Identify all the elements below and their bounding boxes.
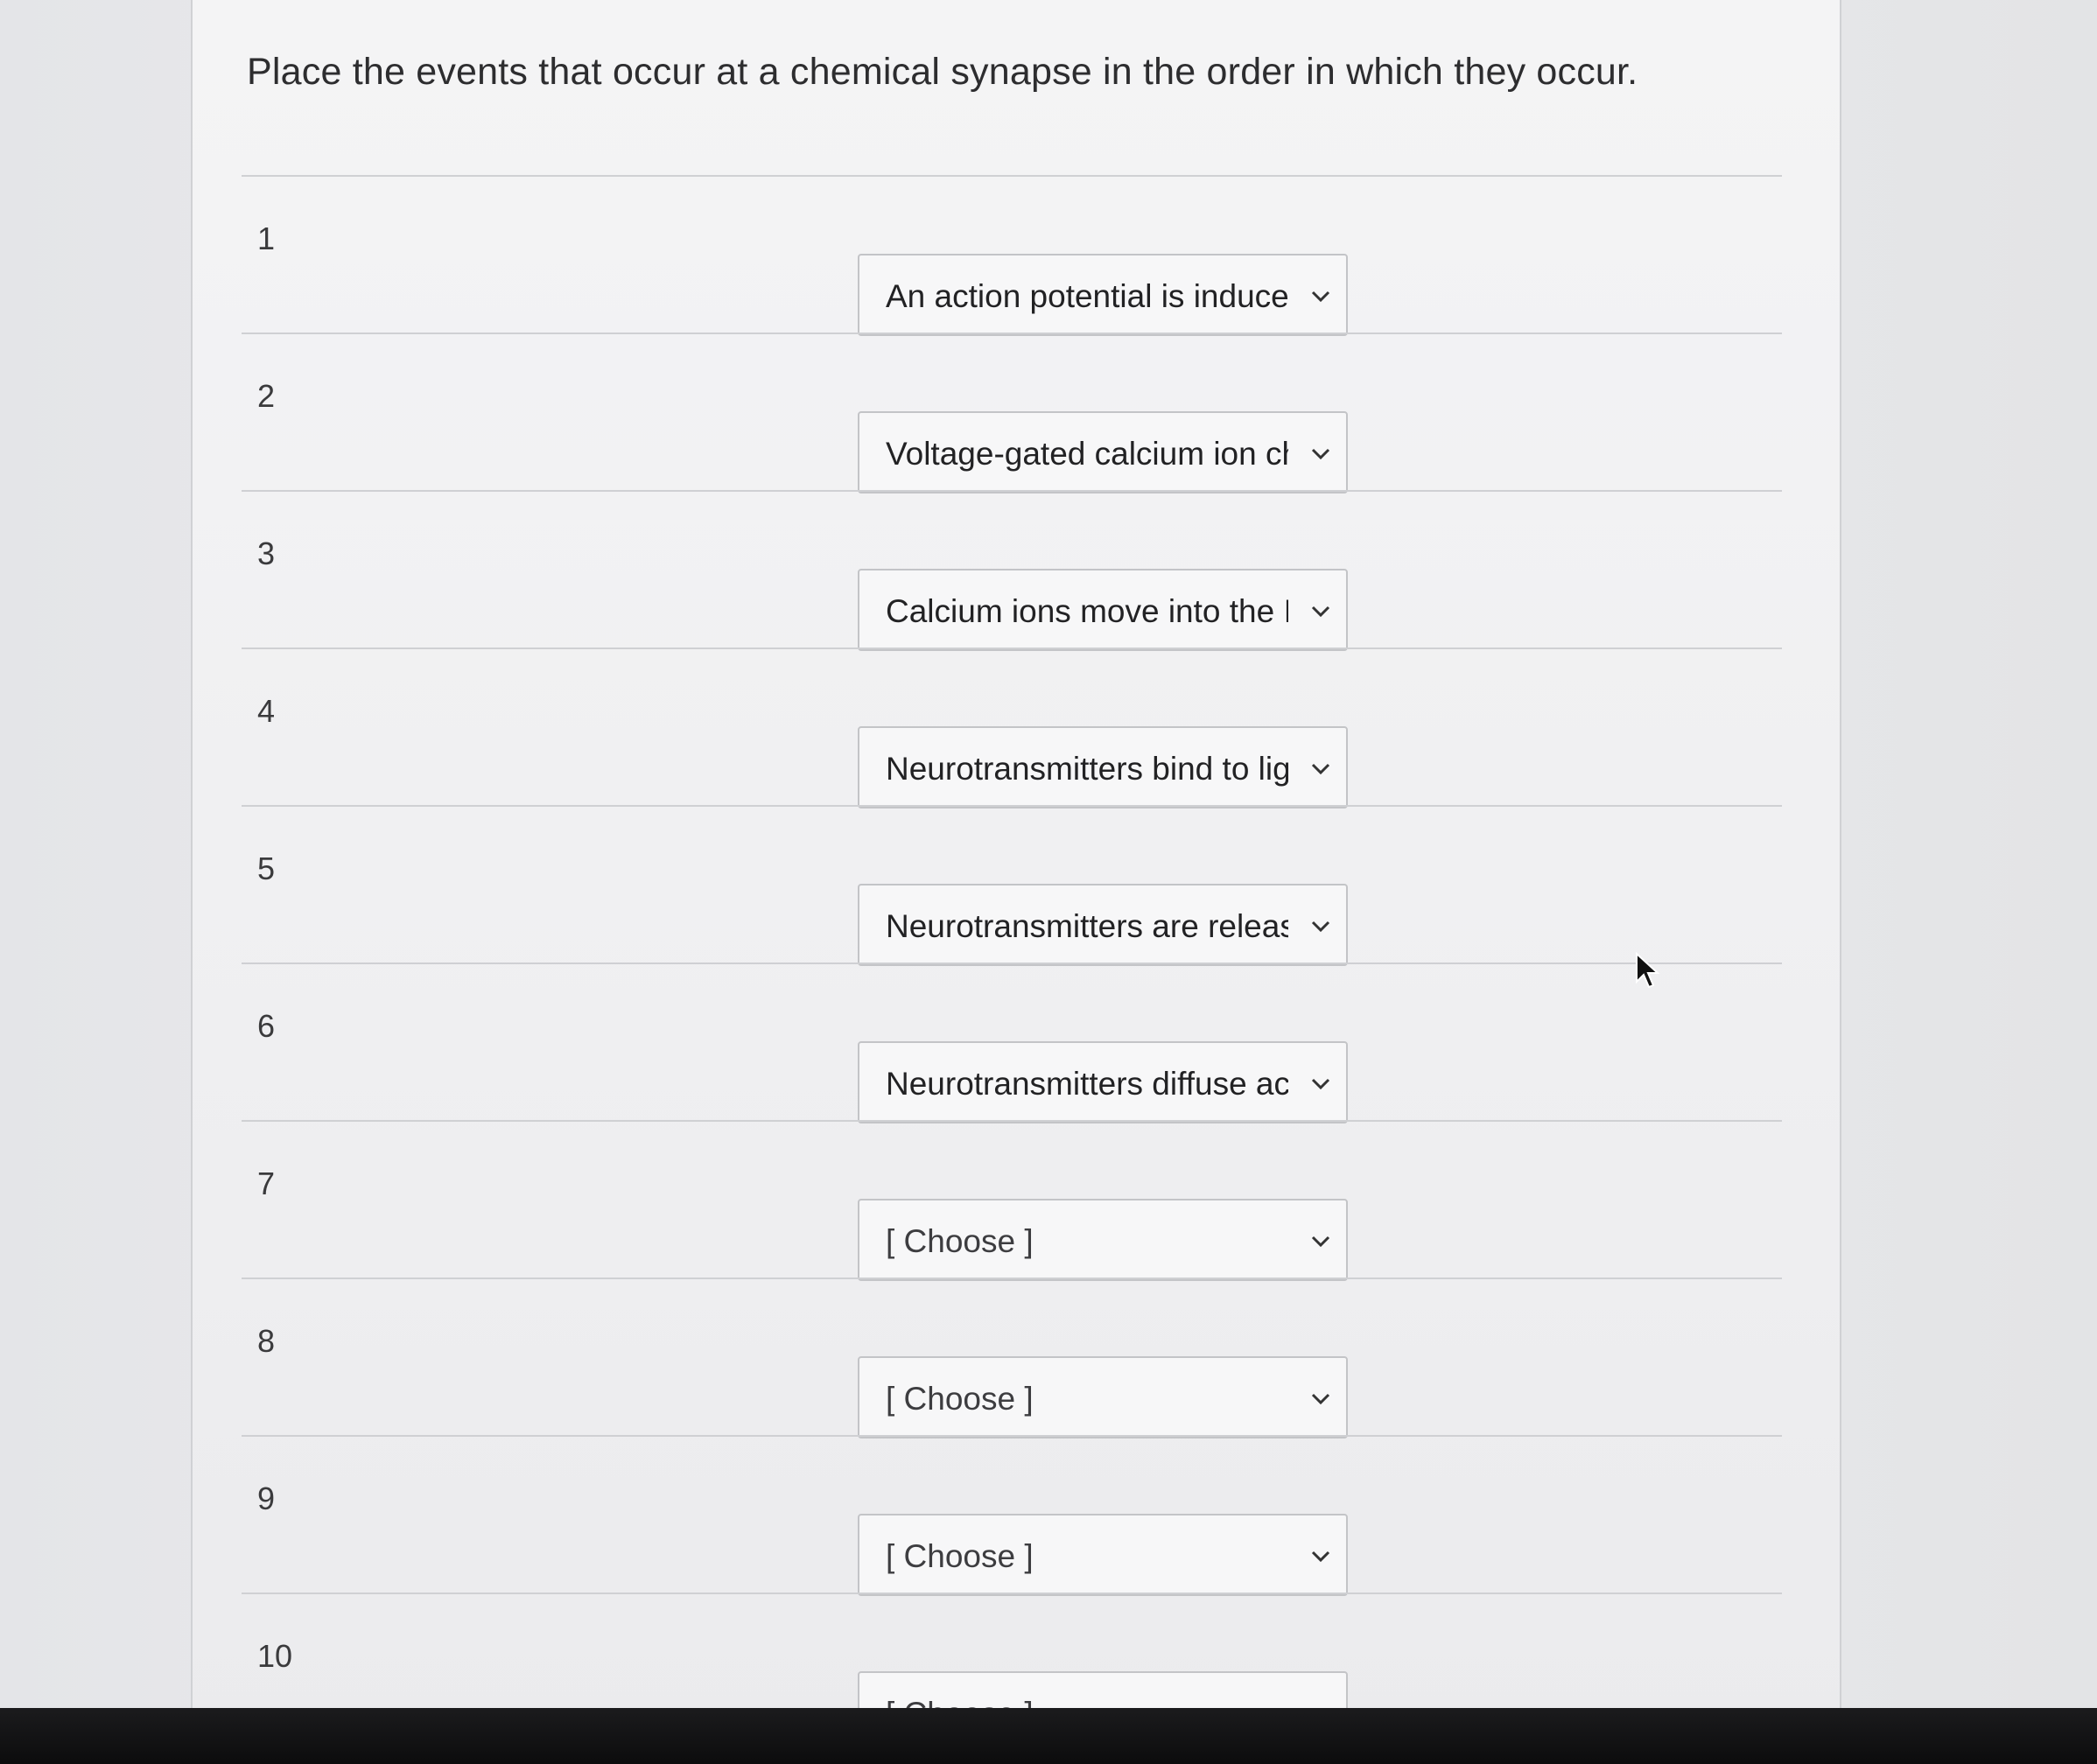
answer-dropdown-8[interactable]: [ Choose ] [858,1356,1348,1438]
chevron-down-icon [1311,1393,1330,1405]
dropdown-selected-value: Neurotransmitters diffuse acr [886,1066,1288,1102]
answer-row-9: 9 [ Choose ] [0,1435,2097,1596]
dropdown-selected-value: An action potential is induced [886,278,1288,314]
monitor-bezel [0,1708,2097,1764]
answer-row-8: 8 [ Choose ] [0,1278,2097,1438]
row-number: 1 [257,220,276,256]
row-number: 3 [257,536,276,571]
answer-dropdown-2[interactable]: Voltage-gated calcium ion cha [858,411,1348,494]
chevron-down-icon [1311,1236,1330,1248]
answer-row-6: 6 Neurotransmitters diffuse acr [0,962,2097,1124]
mouse-pointer-icon [1636,952,1660,989]
answer-dropdown-1[interactable]: An action potential is induced [858,254,1348,336]
answer-row-5: 5 Neurotransmitters are release [0,805,2097,966]
answer-dropdown-9[interactable]: [ Choose ] [858,1514,1348,1596]
answer-row-4: 4 Neurotransmitters bind to liga [0,648,2097,808]
answer-dropdown-3[interactable]: Calcium ions move into the IC [858,569,1348,651]
screen: Place the events that occur at a chemica… [0,0,2097,1764]
row-number: 6 [257,1008,276,1044]
answer-row-3: 3 Calcium ions move into the IC [0,490,2097,651]
dropdown-selected-value: Neurotransmitters bind to liga [886,751,1288,787]
chevron-down-icon [1311,448,1330,460]
dropdown-selected-value: Voltage-gated calcium ion cha [886,436,1288,472]
answer-row-2: 2 Voltage-gated calcium ion cha [0,332,2097,494]
chevron-down-icon [1311,606,1330,618]
question-text: Place the events that occur at a chemica… [247,51,1638,93]
dropdown-placeholder: [ Choose ] [886,1538,1034,1574]
chevron-down-icon [1311,763,1330,775]
answer-dropdown-4[interactable]: Neurotransmitters bind to liga [858,726,1348,808]
dropdown-selected-value: Calcium ions move into the IC [886,593,1288,629]
row-number: 10 [257,1638,293,1674]
answer-dropdown-5[interactable]: Neurotransmitters are release [858,884,1348,966]
row-number: 8 [257,1323,276,1359]
row-number: 4 [257,693,276,729]
dropdown-placeholder: [ Choose ] [886,1223,1034,1259]
answer-row-7: 7 [ Choose ] [0,1120,2097,1281]
row-number: 2 [257,378,276,414]
answer-dropdown-6[interactable]: Neurotransmitters diffuse acr [858,1041,1348,1124]
row-number: 5 [257,850,276,886]
chevron-down-icon [1311,290,1330,303]
dropdown-selected-value: Neurotransmitters are release [886,908,1288,944]
answer-dropdown-7[interactable]: [ Choose ] [858,1199,1348,1281]
chevron-down-icon [1311,1550,1330,1563]
row-number: 9 [257,1480,276,1516]
chevron-down-icon [1311,1078,1330,1090]
chevron-down-icon [1311,920,1330,933]
dropdown-placeholder: [ Choose ] [886,1381,1034,1417]
row-number: 7 [257,1166,276,1201]
answer-row-1: 1 An action potential is induced [0,175,2097,336]
